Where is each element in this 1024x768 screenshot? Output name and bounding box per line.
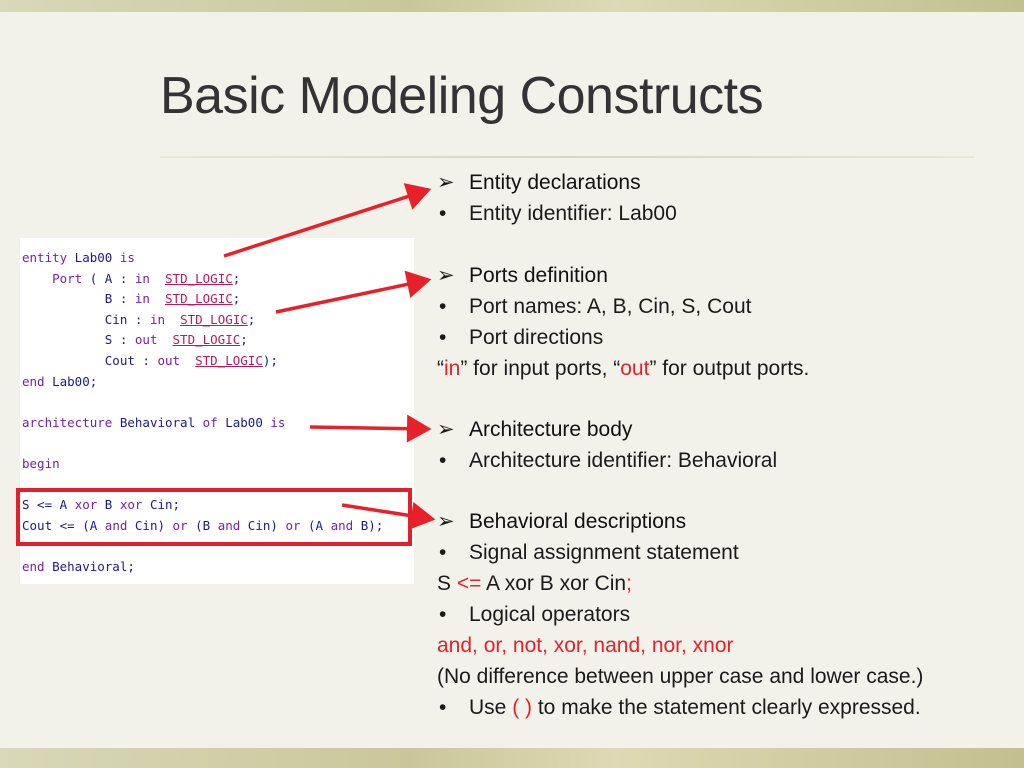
bullet-dot-icon: • (439, 603, 447, 626)
direction-desc-row: “in” for input ports, “out” for output p… (437, 354, 809, 384)
entity-id-row: • Entity identifier: Lab00 (437, 199, 677, 229)
assign-operator: <= (456, 572, 482, 595)
signal-statement: Signal assignment statement (469, 541, 739, 564)
use-post: to make the statement clearly expressed. (532, 696, 921, 719)
entity-identifier: Entity identifier: Lab00 (469, 202, 677, 225)
bullet-dot-icon: • (439, 295, 447, 318)
arch-id-row: • Architecture identifier: Behavioral (437, 446, 777, 476)
right-arrowhead-icon: ➢ (437, 171, 455, 194)
behav-heading-row: ➢ Behavioral descriptions (437, 507, 686, 537)
bullet-dot-icon: • (439, 202, 447, 225)
arrow-to-port (275, 270, 432, 314)
ports-heading-row: ➢ Ports definition (437, 261, 608, 291)
dir-quote-open: “ (437, 357, 444, 380)
dir-out: out (620, 357, 650, 380)
s-expression: A xor B xor Cin (481, 572, 627, 595)
arrow-to-architecture (309, 414, 432, 443)
port-dirs-row: • Port directions (437, 323, 603, 353)
case-note-row: (No difference between upper case and lo… (437, 662, 923, 692)
behavioral-heading: Behavioral descriptions (469, 510, 687, 533)
port-names: Port names: A, B, Cin, S, Cout (469, 295, 752, 318)
logical-operators: Logical operators (469, 603, 631, 626)
right-arrowhead-icon: ➢ (437, 510, 455, 533)
architecture-heading: Architecture body (469, 418, 633, 441)
dir-end: ” for output ports. (649, 357, 810, 380)
dir-mid: ” for input ports, “ (460, 357, 621, 380)
arch-heading-row: ➢ Architecture body (437, 415, 632, 445)
parens-row: • Use ( ) to make the statement clearly e… (437, 693, 921, 723)
dir-in: in (444, 357, 461, 380)
case-note: (No difference between upper case and lo… (437, 665, 924, 688)
s-pre: S (437, 572, 457, 595)
s-semicolon: ; (626, 572, 632, 595)
right-arrowhead-icon: ➢ (437, 264, 455, 287)
right-arrowhead-icon: ➢ (437, 418, 455, 441)
port-directions: Port directions (469, 326, 604, 349)
signal-stmt-row: • Signal assignment statement (437, 538, 739, 568)
port-names-row: • Port names: A, B, Cin, S, Cout (437, 292, 751, 322)
arrow-to-entity (223, 183, 432, 258)
bullet-dot-icon: • (439, 449, 447, 472)
bullet-dot-icon: • (439, 696, 447, 719)
bottom-decor-bar (0, 748, 1024, 768)
arrow-to-statements (341, 501, 436, 530)
logical-ops-row: • Logical operators (437, 600, 630, 630)
architecture-identifier: Architecture identifier: Behavioral (469, 449, 778, 472)
operators-list: and, or, not, xor, nand, nor, xnor (437, 634, 734, 657)
signal-example-row: S <= A xor B xor Cin; (437, 569, 632, 599)
bullet-dot-icon: • (439, 541, 447, 564)
parentheses: ( ) (512, 696, 533, 719)
bullet-dot-icon: • (439, 326, 447, 349)
use-pre: Use (469, 696, 513, 719)
entity-heading: Entity declarations (469, 171, 641, 194)
ops-list-row: and, or, not, xor, nand, nor, xnor (437, 631, 734, 661)
ports-heading: Ports definition (469, 264, 608, 287)
entity-heading-row: ➢ Entity declarations (437, 168, 641, 198)
